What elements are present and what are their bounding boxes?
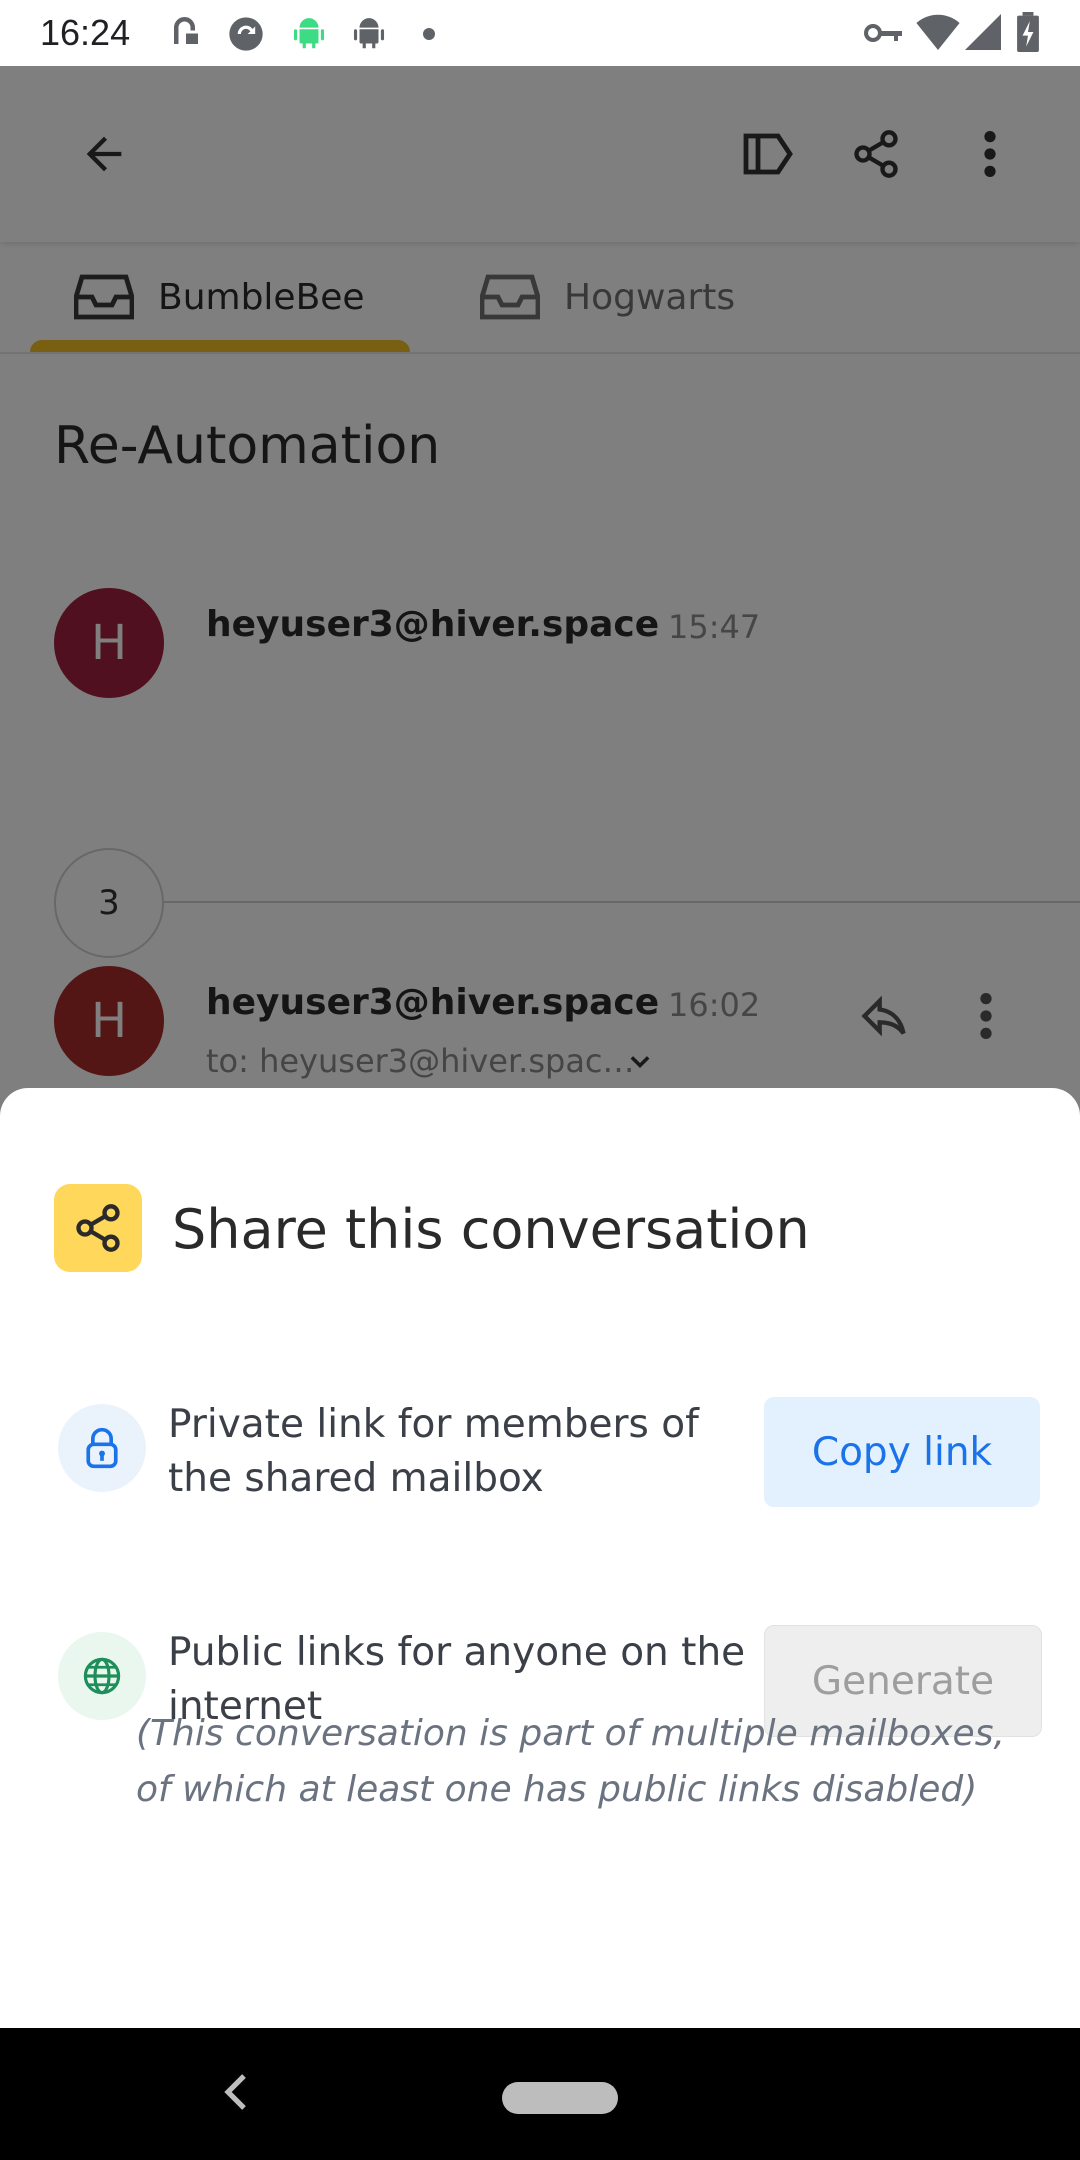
nav-back-icon[interactable]: [222, 2072, 248, 2116]
share-icon: [54, 1184, 142, 1272]
private-link-description: Private link for members of the shared m…: [168, 1402, 699, 1501]
vpn-key-icon: [864, 20, 904, 50]
signal-icon: [964, 14, 1002, 54]
status-time: 16:24: [40, 12, 131, 53]
share-bottom-sheet: Share this conversation Private link for…: [0, 1088, 1080, 2094]
notification-icon: [168, 14, 204, 54]
sheet-title: Share this conversation: [172, 1198, 810, 1261]
globe-icon: [58, 1632, 146, 1720]
copy-link-button[interactable]: Copy link: [764, 1397, 1040, 1507]
lock-icon: [58, 1404, 146, 1492]
sync-icon: [224, 14, 268, 58]
system-navigation-bar: [0, 2028, 1080, 2160]
nav-home-pill[interactable]: [502, 2082, 618, 2114]
public-links-disabled-note: (This conversation is part of multiple m…: [136, 1713, 1005, 1810]
wifi-icon: [916, 14, 960, 54]
dot-icon: [422, 26, 436, 45]
android-icon: [290, 14, 328, 58]
battery-icon: [1016, 12, 1040, 56]
android-icon-gray: [350, 14, 388, 58]
private-link-option: Private link for members of the shared m…: [54, 1392, 1044, 1512]
status-bar: 16:24: [0, 0, 1080, 66]
